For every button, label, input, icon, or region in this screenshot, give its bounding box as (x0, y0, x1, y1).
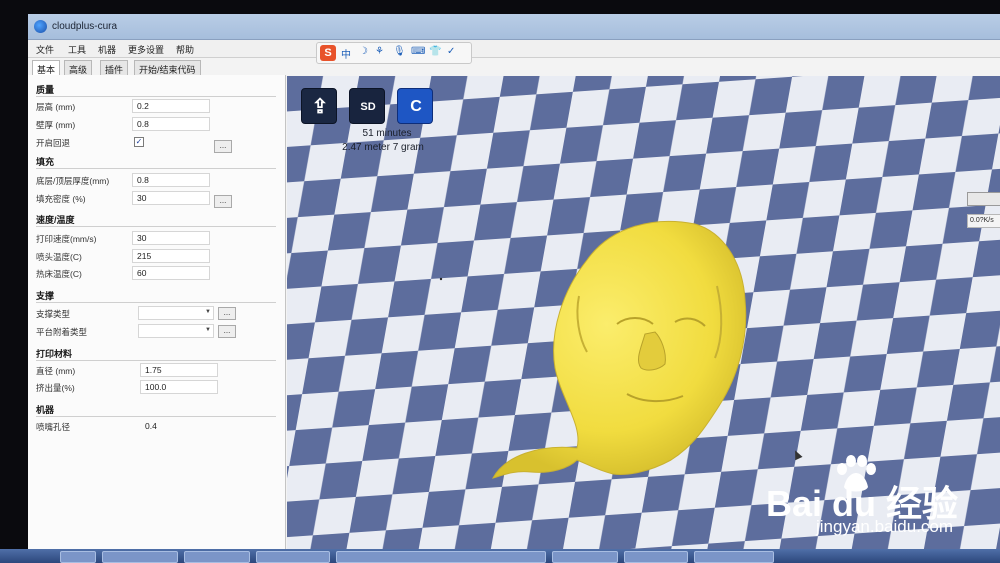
shell-thickness-label: 壁厚 (mm) (36, 120, 76, 130)
retraction-checkbox[interactable]: ✓ (134, 137, 144, 147)
baidu-watermark: Bai du 经验 jingyan.baidu.com (756, 455, 996, 545)
retraction-settings-button[interactable]: ... (214, 140, 232, 153)
retraction-label: 开启回退 (36, 138, 71, 148)
menu-file[interactable]: 文件 (36, 43, 54, 56)
platform-adhesion-select[interactable]: ▼ (138, 324, 214, 338)
bed-temp-input[interactable]: 60 (132, 266, 210, 280)
flow-label: 挤出量(%) (36, 383, 75, 393)
chinese-mode-icon[interactable]: 中 (341, 46, 351, 61)
fill-density-label: 填充密度 (%) (36, 194, 86, 204)
taskbar-item[interactable] (102, 551, 178, 563)
shell-thickness-input[interactable]: 0.8 (132, 117, 210, 131)
layer-height-input[interactable]: 0.2 (132, 99, 210, 113)
sd-card-icon: SD (360, 101, 376, 113)
dropdown-arrow-icon: ▼ (205, 327, 211, 333)
watermark-url: jingyan.baidu.com (816, 517, 954, 536)
ime-toolbar[interactable]: S 中 ☽ ⚘ 🎙 ⌨ 👕 ✓ (316, 42, 472, 64)
nozzle-temp-label: 喷头温度(C) (36, 252, 82, 262)
bottom-top-thickness-input[interactable]: 0.8 (132, 173, 210, 187)
menu-help[interactable]: 帮助 (176, 43, 194, 56)
fill-settings-button[interactable]: ... (214, 195, 232, 208)
fill-density-input[interactable]: 30 (132, 191, 210, 205)
section-title-fill: 填充 (36, 157, 55, 167)
dropdown-arrow-icon: ▼ (205, 309, 211, 315)
section-title-quality: 质量 (36, 85, 55, 95)
photo-frame: cloudplus-cura 文件 工具 机器 更多设置 帮助 S 中 ☽ ⚘ … (0, 0, 1000, 563)
floating-toolbar[interactable] (967, 192, 1000, 206)
adhesion-settings-button[interactable]: ... (218, 325, 236, 338)
layer-height-label: 层高 (mm) (36, 102, 76, 112)
punctuation-icon[interactable]: ⚘ (375, 46, 384, 57)
title-bar: cloudplus-cura (28, 14, 1000, 40)
bed-temp-label: 热床温度(C) (36, 269, 82, 279)
section-title-filament: 打印材料 (36, 349, 73, 359)
divider (36, 416, 276, 417)
keyboard-icon[interactable]: ⌨ (411, 46, 425, 57)
skin-icon[interactable]: 👕 (429, 46, 441, 57)
support-type-select[interactable]: ▼ (138, 306, 214, 320)
load-model-button[interactable]: ⇪ (301, 88, 337, 124)
taskbar-start-button[interactable] (60, 551, 96, 563)
diameter-input[interactable]: 1.75 (140, 363, 218, 377)
diameter-label: 直径 (mm) (36, 366, 76, 376)
platform-adhesion-label: 平台附着类型 (36, 327, 88, 337)
tab-advanced[interactable]: 高级 (64, 60, 93, 76)
menu-machine[interactable]: 机器 (98, 43, 116, 56)
section-title-machine: 机器 (36, 405, 55, 415)
print-stats: 2.47 meter 7 gram (342, 142, 424, 153)
support-type-label: 支撑类型 (36, 309, 71, 319)
cloud-print-button[interactable]: C (397, 88, 433, 124)
divider (36, 168, 276, 169)
cloud-logo-icon: C (410, 98, 422, 115)
moon-icon[interactable]: ☽ (359, 46, 368, 57)
nozzle-size-input[interactable]: 0.4 (140, 419, 218, 433)
window-title: cloudplus-cura (52, 21, 118, 32)
taskbar-item[interactable] (256, 551, 330, 563)
tools-icon[interactable]: ✓ (447, 46, 455, 57)
divider (36, 226, 276, 227)
print-speed-label: 打印速度(mm/s) (36, 234, 97, 244)
menu-more-settings[interactable]: 更多设置 (128, 43, 164, 56)
taskbar-item[interactable] (694, 551, 774, 563)
divider (36, 360, 276, 361)
taskbar-item[interactable] (184, 551, 250, 563)
print-speed-input[interactable]: 30 (132, 231, 210, 245)
nozzle-temp-input[interactable]: 215 (132, 249, 210, 263)
section-title-support: 支撑 (36, 291, 55, 301)
tab-plugins[interactable]: 插件 (100, 60, 129, 76)
flow-input[interactable]: 100.0 (140, 380, 218, 394)
section-title-speed: 速度/温度 (36, 215, 75, 225)
settings-panel: 质量 层高 (mm) 0.2 壁厚 (mm) 0.8 开启回退 ✓ ... 填充… (28, 75, 286, 549)
taskbar-item[interactable] (552, 551, 618, 563)
tab-start-end-gcode[interactable]: 开始/结束代码 (134, 60, 201, 76)
divider (36, 96, 276, 97)
microphone-icon[interactable]: 🎙 (393, 46, 406, 57)
network-speed: 0.0?K/s (967, 214, 1000, 228)
tab-basic[interactable]: 基本 (32, 60, 61, 76)
print-time: 51 minutes (362, 128, 412, 139)
nozzle-size-label: 喷嘴孔径 (36, 422, 71, 432)
support-settings-button[interactable]: ... (218, 307, 236, 320)
divider (36, 302, 276, 303)
load-icon: ⇪ (311, 96, 329, 118)
app-icon (34, 20, 47, 33)
taskbar-item[interactable] (624, 551, 688, 563)
taskbar (0, 549, 1000, 563)
settings-tabs: 基本 高级 插件 开始/结束代码 (28, 58, 288, 76)
bottom-top-thickness-label: 底层/顶层厚度(mm) (36, 176, 110, 186)
menu-bar: 文件 工具 机器 更多设置 帮助 (28, 40, 1000, 58)
taskbar-item[interactable] (336, 551, 546, 563)
sogou-logo-icon[interactable]: S (320, 45, 336, 61)
save-sd-button[interactable]: SD (349, 88, 385, 124)
menu-tools[interactable]: 工具 (68, 43, 86, 56)
